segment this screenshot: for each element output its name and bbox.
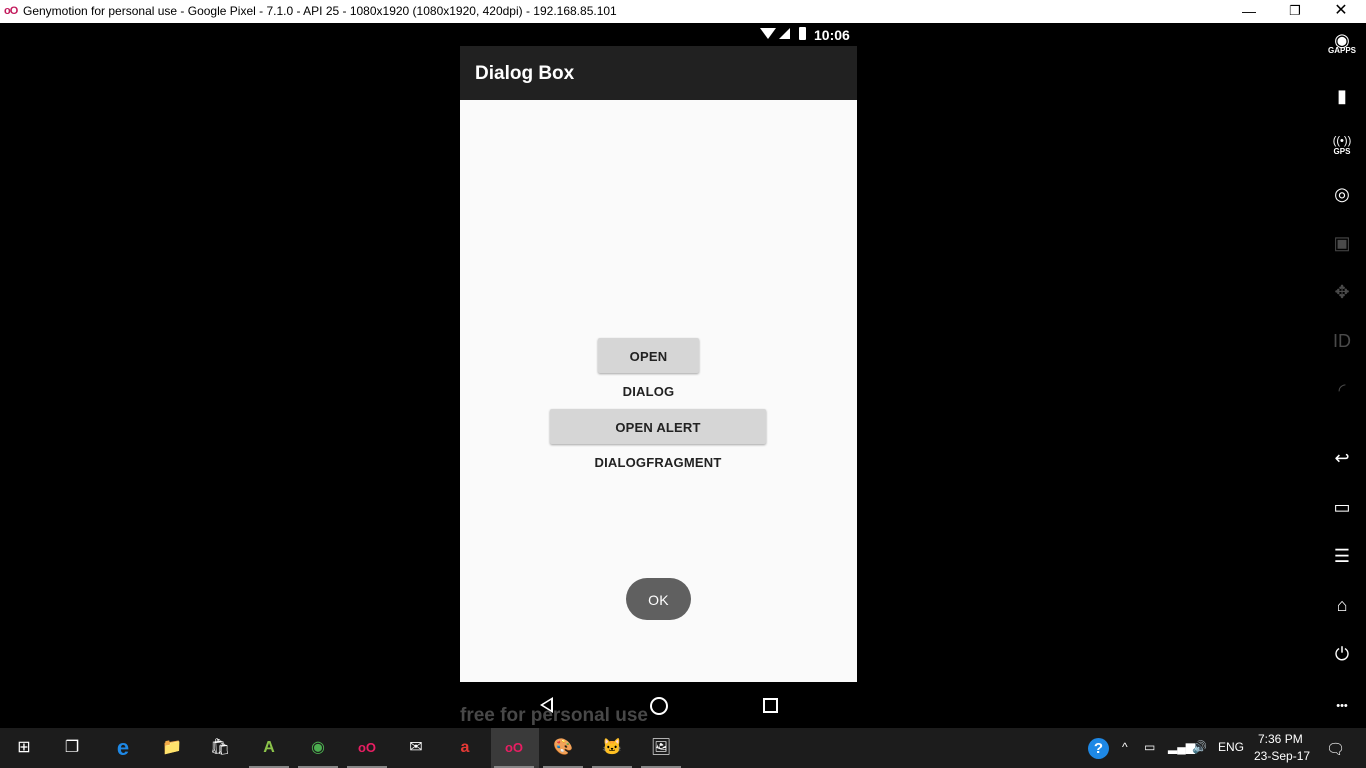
network-tray-icon[interactable]: ▂▄▆ [1168, 740, 1195, 754]
nav-home-icon[interactable] [650, 697, 668, 715]
volume-icon[interactable]: 🔊 [1192, 740, 1207, 754]
network-icon[interactable]: ◜ [1326, 376, 1358, 404]
windows-start-icon[interactable]: ⊞ [12, 737, 36, 759]
home-icon[interactable]: ⌂ [1326, 591, 1358, 619]
genymotion-icon[interactable]: oO [355, 737, 379, 759]
chrome-icon[interactable]: ◉ [306, 737, 330, 759]
gps-icon-caption: GPS [1333, 147, 1351, 156]
power-icon[interactable]: ⏻ [1326, 640, 1358, 668]
battery-icon-glyph: ▮ [1337, 86, 1347, 106]
app-bar: Dialog Box [460, 46, 857, 100]
file-explorer-icon[interactable]: 📁 [160, 737, 184, 759]
minimize-button[interactable]: — [1226, 0, 1272, 23]
store-icon[interactable]: 🛍 [208, 737, 232, 759]
power-icon-glyph: ⏻ [1334, 644, 1350, 664]
screencast-icon-glyph: ▣ [1333, 233, 1351, 253]
edge-icon[interactable]: e [111, 737, 135, 759]
battery-icon [799, 27, 806, 40]
github-icon[interactable]: 🐱 [600, 737, 624, 759]
airtel-icon[interactable]: a [453, 737, 477, 759]
android-status-bar: 10:06 [460, 23, 857, 46]
dpad-icon-glyph: ✥ [1334, 282, 1350, 302]
window-title-bar: oO Genymotion for personal use - Google … [0, 0, 1366, 23]
wifi-icon [760, 28, 776, 39]
device-id-icon-glyph: ID [1333, 331, 1351, 351]
gps-icon-glyph: ((•)) [1332, 135, 1352, 147]
app-title: Dialog Box [475, 63, 575, 84]
screencast-icon[interactable]: ▣ [1326, 229, 1358, 257]
device-id-icon[interactable]: ID [1326, 327, 1358, 355]
tray-chevron-icon[interactable]: ^ [1122, 740, 1128, 754]
notifications-icon[interactable]: 🗨 [1326, 740, 1345, 758]
clock-date[interactable]: 23-Sep-17 [1254, 749, 1310, 763]
watermark-text: free for personal use [460, 705, 648, 726]
genymotion-logo-icon: oO [4, 5, 18, 17]
more-icon-glyph: ••• [1336, 700, 1348, 712]
battery-icon[interactable]: ▮ [1326, 82, 1358, 110]
dpad-icon[interactable]: ✥ [1326, 278, 1358, 306]
language-indicator[interactable]: ENG [1218, 740, 1244, 754]
help-icon[interactable]: ? [1088, 738, 1109, 759]
network-icon-glyph: ◜ [1338, 380, 1346, 400]
recent-apps-icon[interactable]: ▭ [1326, 493, 1358, 521]
close-button[interactable]: ✕ [1318, 0, 1364, 23]
menu-icon[interactable]: ☰ [1326, 542, 1358, 570]
maximize-button[interactable]: ❐ [1272, 0, 1318, 23]
home-icon-glyph: ⌂ [1336, 595, 1348, 615]
more-icon[interactable]: ••• [1326, 689, 1358, 717]
status-time: 10:06 [814, 27, 850, 43]
paint-icon[interactable]: 🎨 [551, 737, 575, 759]
nav-recents-icon[interactable] [763, 698, 778, 713]
back-icon[interactable]: ↩ [1326, 444, 1358, 472]
clock-time[interactable]: 7:36 PM [1258, 732, 1303, 746]
back-icon-glyph: ↩ [1334, 448, 1350, 468]
genymotion-active-icon[interactable]: oO [502, 737, 526, 759]
battery-tray-icon[interactable]: ▭ [1144, 740, 1155, 754]
open-alert-dialogfragment-button[interactable]: OPEN ALERT DIALOGFRAGMENT [550, 409, 766, 470]
menu-icon-glyph: ☰ [1333, 546, 1351, 566]
ok-button[interactable]: OK [626, 578, 691, 620]
cell-signal-icon [779, 28, 790, 39]
task-view-icon[interactable]: ❐ [60, 737, 84, 759]
webcam-icon-glyph: ◎ [1334, 184, 1350, 204]
open-dialog-button[interactable]: OPEN DIALOG [598, 338, 699, 399]
windows-taskbar [0, 728, 1366, 768]
gps-icon[interactable]: ((•)) GPS [1326, 131, 1358, 159]
image-viewer-icon[interactable]: 🖼 [649, 737, 673, 759]
webcam-icon[interactable]: ◎ [1326, 180, 1358, 208]
gapps-icon-caption: GAPPS [1327, 46, 1356, 55]
android-studio-icon[interactable]: A [257, 737, 281, 759]
gapps-icon[interactable]: ◉ GAPPS [1326, 31, 1358, 61]
mail-icon[interactable]: ✉ [404, 737, 428, 759]
recent-apps-icon-glyph: ▭ [1333, 497, 1351, 517]
window-title: Genymotion for personal use - Google Pix… [23, 4, 617, 18]
